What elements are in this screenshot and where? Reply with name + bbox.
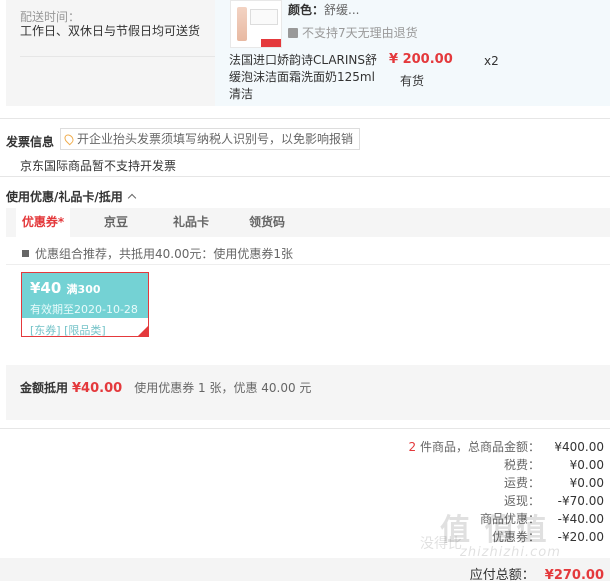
divider [0, 428, 610, 429]
divider [0, 176, 610, 177]
discount-summary: 金额抵用 ¥40.00 使用优惠券 1 张，优惠 40.00 元 [20, 379, 311, 396]
total-goods-row: 2 件商品，总商品金额： ¥400.00 [344, 438, 604, 456]
no-return-notice: 不支持7天无理由退货 [288, 24, 418, 41]
tax-value: ¥0.00 [569, 458, 604, 472]
shipping-row: 运费： ¥0.00 [404, 474, 604, 492]
item-count: 2 [408, 440, 417, 454]
no-return-text: 不支持7天无理由退货 [302, 26, 418, 40]
product-stock: 有货 [400, 74, 425, 88]
coupon-section-title: 使用优惠/礼品卡/抵用 [6, 190, 123, 204]
product-price: ¥ 200.00 [389, 52, 453, 67]
discount-label: 商品优惠： [479, 512, 540, 526]
product-quantity: x2 [484, 54, 499, 68]
coupon-limit: [东券] [限品类] [30, 324, 106, 337]
invoice-note: 京东国际商品暂不支持开发票 [20, 159, 177, 173]
combo-text: 优惠组合推荐，共抵用40.00元：使用优惠券1张 [35, 247, 293, 261]
checkout-page: 配送时间： 工作日、双休日与节假日均可送货 颜色：舒缓... 不支持7天无理由退… [0, 0, 610, 581]
product-thumbnail[interactable] [230, 0, 282, 48]
summary-amount: ¥40.00 [72, 381, 123, 396]
payable-label: 应付总额： [469, 568, 535, 581]
checkbox[interactable] [22, 250, 29, 257]
shipping-label: 运费： [503, 476, 540, 490]
tab-jingdou[interactable]: 京豆 [96, 208, 136, 237]
product-image-bottle [237, 7, 247, 41]
tax-row: 税费： ¥0.00 [404, 456, 604, 474]
payable-total: 应付总额： ¥270.00 [470, 564, 604, 581]
color-label: 颜色： [288, 3, 325, 17]
invoice-tip: 开企业抬头发票须填写纳税人识别号，以免影响报销 [60, 128, 361, 150]
cashback-row: 返现： -¥70.00 [404, 492, 604, 510]
coupon-amount: ¥40 满300 [30, 279, 101, 297]
tab-gift-card[interactable]: 礼品卡 [166, 208, 216, 237]
coupon-threshold: 满300 [66, 283, 101, 296]
return-icon [288, 28, 298, 38]
coupon-discount-row: 优惠券： -¥20.00 [404, 528, 604, 546]
summary-desc: 使用优惠券 1 张，优惠 40.00 元 [134, 381, 312, 395]
tab-redeem-code[interactable]: 领货码 [242, 208, 292, 237]
delivery-info: 配送时间： 工作日、双休日与节假日均可送货 [6, 0, 215, 106]
coupon-card[interactable]: ¥40 满300 有效期至2020-10-28 [东券] [限品类] [21, 272, 149, 337]
coupon-discount-value: -¥20.00 [557, 530, 604, 544]
discount-value: -¥40.00 [557, 512, 604, 526]
location-pin-icon [62, 132, 76, 146]
payable-value: ¥270.00 [544, 568, 604, 581]
divider [0, 118, 610, 119]
combo-recommend[interactable]: 优惠组合推荐，共抵用40.00元：使用优惠券1张 [22, 245, 293, 262]
color-value: 舒缓... [324, 3, 360, 17]
cashback-label: 返现： [503, 494, 540, 508]
divider [20, 56, 215, 57]
cashback-value: -¥70.00 [557, 494, 604, 508]
coupon-value: ¥40 [30, 279, 62, 297]
discount-row: 商品优惠： -¥40.00 [404, 510, 604, 528]
selected-check-icon [138, 326, 148, 336]
product-name[interactable]: 法国进口娇韵诗CLARINS舒缓泡沫洁面霜洗面奶125ml清洁 [229, 52, 381, 103]
goods-value: ¥400.00 [554, 440, 604, 454]
goods-label: 件商品，总商品金额： [419, 440, 540, 454]
invoice-title: 发票信息 [6, 135, 55, 149]
summary-label: 金额抵用 [20, 381, 69, 395]
tax-label: 税费： [503, 458, 540, 472]
tab-coupons[interactable]: 优惠券* [16, 208, 70, 237]
invoice-tip-text: 开企业抬头发票须填写纳税人识别号，以免影响报销 [77, 132, 354, 146]
product-image-box [250, 9, 278, 25]
delivery-value: 工作日、双休日与节假日均可送货 [20, 24, 201, 38]
product-color: 颜色：舒缓... [288, 1, 359, 18]
shipping-value: ¥0.00 [569, 476, 604, 490]
delivery-label: 配送时间： [20, 10, 81, 24]
coupon-tabs: 优惠券* 京豆 礼品卡 领货码 [6, 208, 610, 237]
divider [6, 264, 610, 265]
coupon-section-toggle[interactable]: 使用优惠/礼品卡/抵用 [6, 188, 137, 205]
coupon-discount-label: 优惠券： [491, 530, 540, 544]
coupon-expiry: 有效期至2020-10-28 [30, 303, 138, 316]
product-image-tag [261, 39, 281, 47]
chevron-up-icon [127, 193, 137, 203]
